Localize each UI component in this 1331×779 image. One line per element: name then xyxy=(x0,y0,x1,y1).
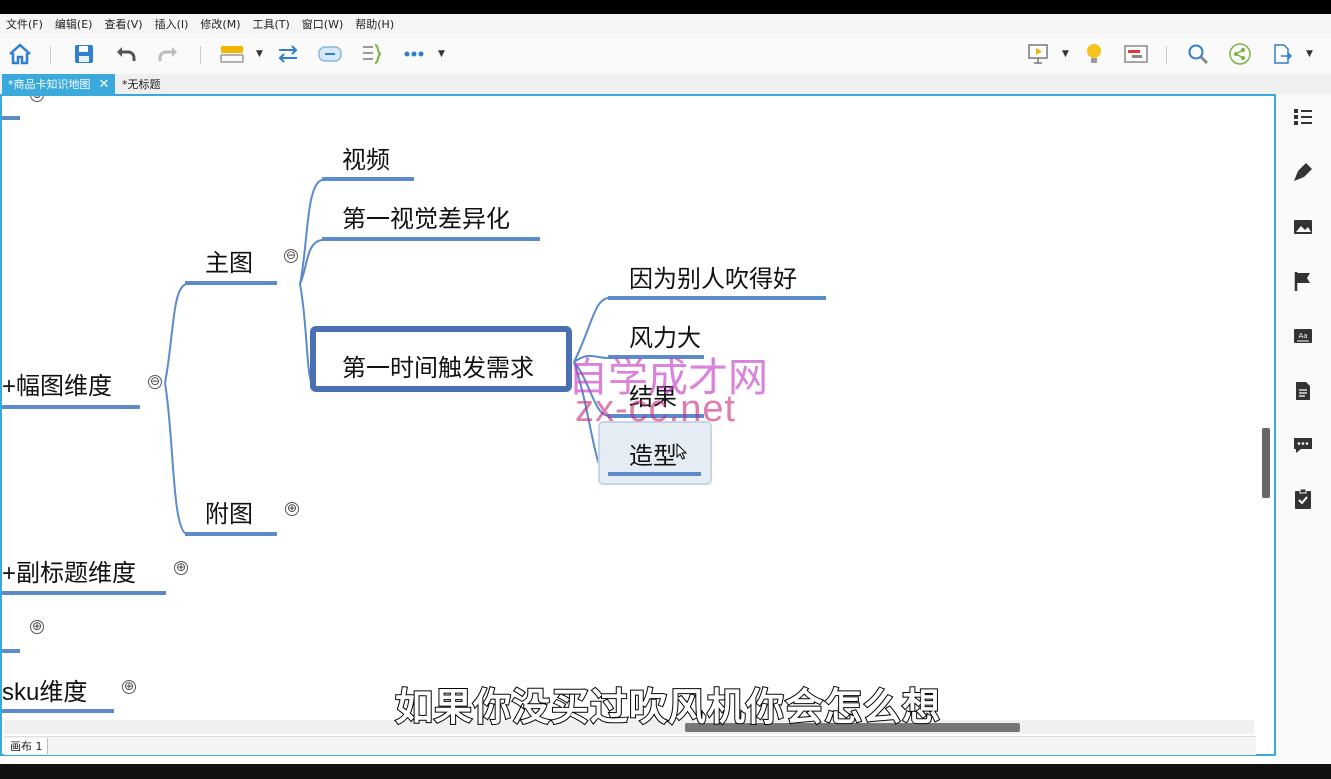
comment-icon[interactable] xyxy=(1292,434,1316,458)
main-toolbar: ▼ ▼ ▼ ▼ xyxy=(0,34,1331,75)
gantt-icon[interactable] xyxy=(1124,42,1148,66)
image-icon[interactable] xyxy=(1292,216,1316,240)
menu-file[interactable]: 文件(F) xyxy=(0,16,49,32)
node-branch-sku-dimension[interactable]: sku维度 xyxy=(2,672,87,707)
node-sub-image-underline xyxy=(185,532,277,536)
format-brush-icon[interactable] xyxy=(1292,161,1316,185)
tab-untitled[interactable]: *无标题 xyxy=(118,74,165,94)
more-dropdown-icon[interactable]: ▼ xyxy=(438,49,445,59)
tab-knowledge-map[interactable]: *商品卡知识地图 ✕ xyxy=(2,74,116,94)
node-trigger-demand[interactable]: 第一时间触发需求 xyxy=(342,348,534,383)
document-tabs: *商品卡知识地图 ✕ *无标题 xyxy=(0,74,1331,94)
undo-icon[interactable] xyxy=(114,42,138,66)
topic-icon[interactable] xyxy=(220,42,244,66)
menu-edit[interactable]: 编辑(E) xyxy=(49,16,99,32)
sheet-tab-canvas-1[interactable]: 画布 1 xyxy=(6,738,48,754)
outline-icon[interactable] xyxy=(1292,106,1316,130)
topic-dropdown-icon[interactable]: ▼ xyxy=(256,49,263,59)
presentation-icon[interactable] xyxy=(1026,42,1050,66)
save-icon[interactable] xyxy=(72,42,96,66)
empty-node-underline xyxy=(2,649,20,653)
expand-toggle-top[interactable]: ⊕ xyxy=(30,96,44,102)
watermark-url-text: zx-cc.net xyxy=(575,388,737,430)
text-style-icon[interactable]: Aa xyxy=(1292,325,1316,349)
menu-help[interactable]: 帮助(H) xyxy=(349,16,400,32)
vertical-scrollbar[interactable] xyxy=(1262,428,1270,498)
svg-text:Aa: Aa xyxy=(1298,332,1307,340)
node-shape-underline xyxy=(608,472,701,476)
search-icon[interactable] xyxy=(1186,42,1210,66)
more-icon[interactable] xyxy=(402,42,426,66)
screen-top-border xyxy=(0,0,1331,14)
share-icon[interactable] xyxy=(1228,42,1252,66)
node-video[interactable]: 视频 xyxy=(342,140,390,175)
menu-view[interactable]: 查看(V) xyxy=(98,16,148,32)
marker-flag-icon[interactable] xyxy=(1292,270,1316,294)
node-reason-underline xyxy=(608,296,826,300)
redo-icon[interactable] xyxy=(156,42,180,66)
node-branch-image-dimension[interactable]: +幅图维度 xyxy=(2,366,112,401)
video-subtitle: 如果你没买过吹风机你会怎么想 xyxy=(394,686,942,730)
right-side-panel: Aa xyxy=(1278,94,1331,764)
expand-toggle-empty-node[interactable]: ⊕ xyxy=(30,620,44,634)
node-branch-sku-dimension-underline xyxy=(2,709,114,713)
boundary-icon[interactable] xyxy=(318,42,342,66)
node-branch-subtitle-dimension-underline xyxy=(2,591,166,595)
menu-tools[interactable]: 工具(T) xyxy=(246,16,295,32)
mouse-cursor-icon xyxy=(676,443,688,460)
export-icon[interactable] xyxy=(1270,42,1294,66)
expand-toggle-branch3[interactable]: ⊕ xyxy=(122,680,136,694)
node-visual-differentiation[interactable]: 第一视觉差异化 xyxy=(342,199,510,234)
menu-window[interactable]: 窗口(W) xyxy=(296,16,349,32)
home-icon[interactable] xyxy=(8,42,32,66)
node-reason[interactable]: 因为别人吹得好 xyxy=(629,259,797,294)
tab-knowledge-map-label: *商品卡知识地图 xyxy=(8,78,91,91)
notes-icon[interactable] xyxy=(1292,380,1316,404)
summary-icon[interactable] xyxy=(360,42,384,66)
screen-bottom-border xyxy=(0,764,1331,779)
node-sub-image[interactable]: 附图 xyxy=(205,494,253,529)
expand-toggle-sub-image[interactable]: ⊕ xyxy=(285,502,299,516)
node-main-image[interactable]: 主图 xyxy=(205,243,253,278)
expand-toggle-branch2[interactable]: ⊕ xyxy=(174,561,188,575)
menu-modify[interactable]: 修改(M) xyxy=(194,16,246,32)
node-main-image-underline xyxy=(185,281,277,285)
node-video-underline xyxy=(322,177,414,181)
node-branch-image-dimension-underline xyxy=(2,405,140,409)
presentation-dropdown-icon[interactable]: ▼ xyxy=(1062,49,1069,59)
collapse-toggle-main-image[interactable]: ⊖ xyxy=(284,249,298,263)
top-partial-underline xyxy=(2,116,20,120)
relationship-icon[interactable] xyxy=(276,42,300,66)
node-visual-differentiation-underline xyxy=(322,237,540,241)
export-dropdown-icon[interactable]: ▼ xyxy=(1306,49,1313,59)
task-icon[interactable] xyxy=(1292,488,1316,512)
sheet-bar: 画布 1 xyxy=(4,736,1256,755)
menu-bar: 文件(F) 编辑(E) 查看(V) 插入(I) 修改(M) 工具(T) 窗口(W… xyxy=(0,14,1331,34)
node-branch-subtitle-dimension[interactable]: +副标题维度 xyxy=(2,553,136,588)
close-icon[interactable]: ✕ xyxy=(99,77,110,92)
collapse-toggle-branch1[interactable]: ⊖ xyxy=(148,375,162,389)
idea-icon[interactable] xyxy=(1082,42,1106,66)
menu-insert[interactable]: 插入(I) xyxy=(149,16,195,32)
node-shape[interactable]: 造型 xyxy=(629,436,677,471)
